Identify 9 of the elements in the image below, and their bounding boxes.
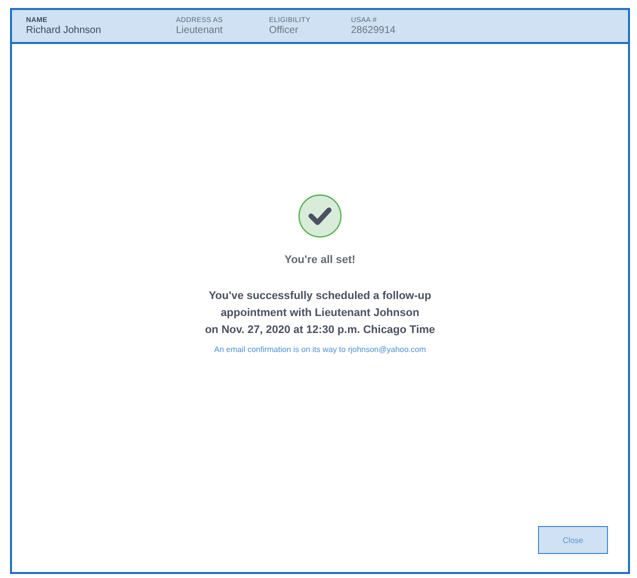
confirmation-title: You're all set!: [284, 254, 356, 266]
field-value: Officer: [269, 24, 298, 36]
confirmation-message: You've successfully scheduled a follow-up appointment with Lieutenant Johnson on Nov. 27, 2020 at 12:30 p.m. Chicago Time: [204, 289, 436, 338]
field-value: Lieutenant: [176, 24, 223, 36]
email-note: An email confirmation is on its way to rjohnson@yahoo.com: [214, 345, 426, 354]
field-value: 28629914: [351, 24, 396, 36]
close-button[interactable]: Close: [538, 526, 608, 554]
checkmark-icon: [298, 194, 342, 238]
field-value: Richard Johnson: [26, 24, 102, 36]
